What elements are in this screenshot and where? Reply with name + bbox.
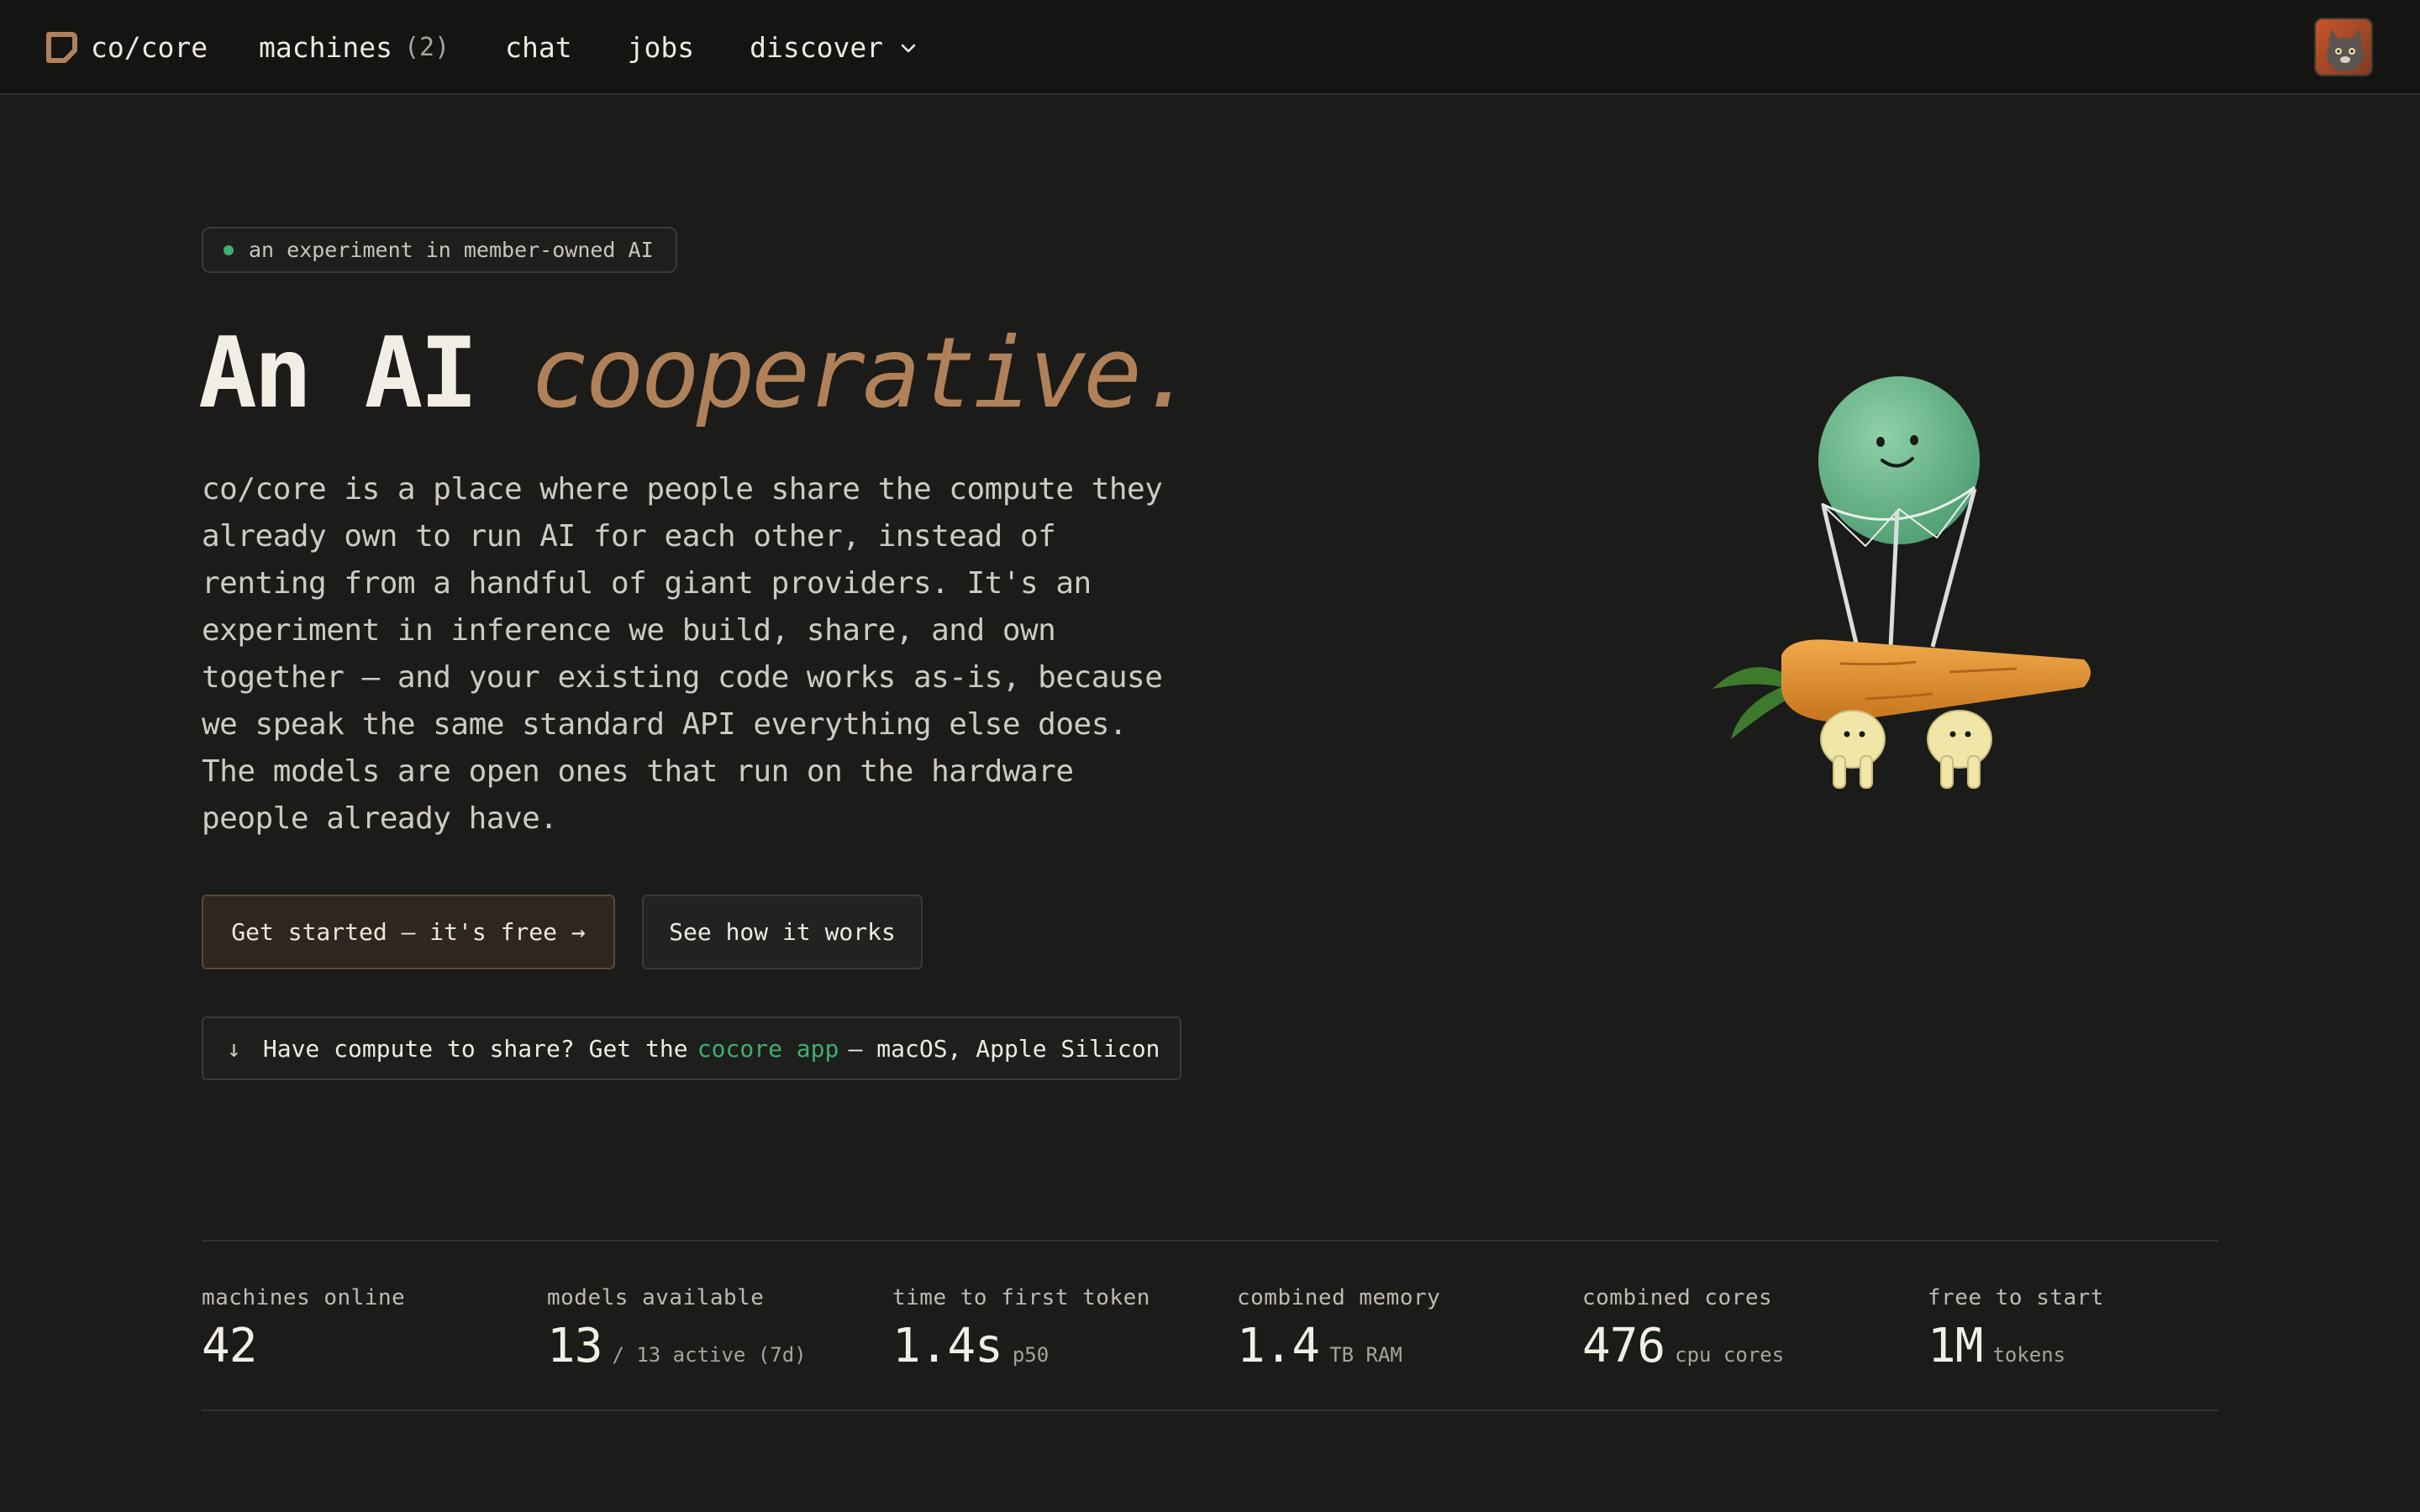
stat-value: 1.4 xyxy=(1237,1319,1320,1373)
stat-label: machines online xyxy=(202,1285,406,1310)
stat-value: 13 xyxy=(547,1319,602,1373)
user-avatar[interactable] xyxy=(2314,18,2373,76)
hero-title-plain: An AI xyxy=(198,317,478,430)
stat-unit: TB RAM xyxy=(1329,1343,1402,1367)
balloon-carrot-illustration xyxy=(1712,376,2091,789)
nav-jobs[interactable]: jobs xyxy=(628,31,694,64)
down-arrow-icon: ↓ xyxy=(227,1034,241,1063)
app-download-banner: ↓ Have compute to share? Get the cocore … xyxy=(202,1016,1181,1080)
stat-unit: / 13 active (7d) xyxy=(612,1343,807,1367)
stat-value: 42 xyxy=(202,1319,257,1373)
chevron-down-icon xyxy=(901,44,916,52)
nav-machines[interactable]: machines (2) xyxy=(259,31,450,64)
stats-bar: machines online 42 models available 13 /… xyxy=(202,1240,2218,1411)
stat-value-row: 1.4 TB RAM xyxy=(1237,1319,1402,1373)
stat-value-row: 13 / 13 active (7d) xyxy=(547,1319,807,1373)
hero-title: An AI cooperative. xyxy=(198,317,1197,430)
nav-jobs-label: jobs xyxy=(627,31,695,64)
top-nav: co/core machines (2) chat jobs discover xyxy=(0,0,2420,95)
stat-value: 1.4s xyxy=(892,1319,1003,1373)
cocore-app-link[interactable]: cocore app xyxy=(697,1035,839,1063)
cat-avatar-icon xyxy=(2316,19,2371,75)
app-banner-suffix: — macOS, Apple Silicon xyxy=(848,1034,1160,1063)
stat-label: combined cores xyxy=(1582,1285,1773,1310)
nav-machines-count: (2) xyxy=(403,33,450,62)
stat-label: free to start xyxy=(1928,1285,2104,1310)
stat-label: models available xyxy=(547,1285,765,1310)
stat-label: time to first token xyxy=(892,1285,1150,1310)
main-nav: machines (2) chat jobs discover xyxy=(259,0,918,95)
see-how-it-works-label: See how it works xyxy=(669,918,896,946)
nav-chat-label: chat xyxy=(505,31,572,64)
nav-machines-label: machines xyxy=(259,31,392,64)
stat-value-row: 42 xyxy=(202,1319,266,1373)
stat-value-row: 476 cpu cores xyxy=(1582,1319,1784,1373)
stat-value-row: 1.4s p50 xyxy=(892,1319,1049,1373)
get-started-button[interactable]: Get started — it's free → xyxy=(202,895,615,969)
brand-home-link[interactable]: co/core xyxy=(46,0,208,95)
stat-value: 476 xyxy=(1582,1319,1665,1373)
get-started-label: Get started — it's free → xyxy=(231,918,586,946)
stat-unit: p50 xyxy=(1012,1343,1050,1367)
hero-badge-text: an experiment in member-owned AI xyxy=(249,238,654,262)
hero-description: co/core is a place where people share th… xyxy=(202,472,1163,836)
see-how-it-works-button[interactable]: See how it works xyxy=(642,895,923,969)
app-banner-prefix: Have compute to share? Get the xyxy=(262,1034,688,1063)
stat-label: combined memory xyxy=(1237,1285,1441,1310)
stat-unit: tokens xyxy=(1992,1343,2066,1367)
status-dot-icon xyxy=(224,244,234,255)
cocore-logo-icon xyxy=(46,32,77,63)
hero-title-accent: cooperative. xyxy=(530,317,1197,430)
stat-value: 1M xyxy=(1928,1319,1983,1373)
nav-chat[interactable]: chat xyxy=(505,31,571,64)
hero-badge: an experiment in member-owned AI xyxy=(202,227,677,273)
brand-name: co/core xyxy=(91,31,208,64)
nav-discover-label: discover xyxy=(750,31,884,64)
stat-unit: cpu cores xyxy=(1675,1343,1785,1367)
stat-value-row: 1M tokens xyxy=(1928,1319,2065,1373)
nav-discover-dropdown[interactable]: discover xyxy=(750,31,918,64)
